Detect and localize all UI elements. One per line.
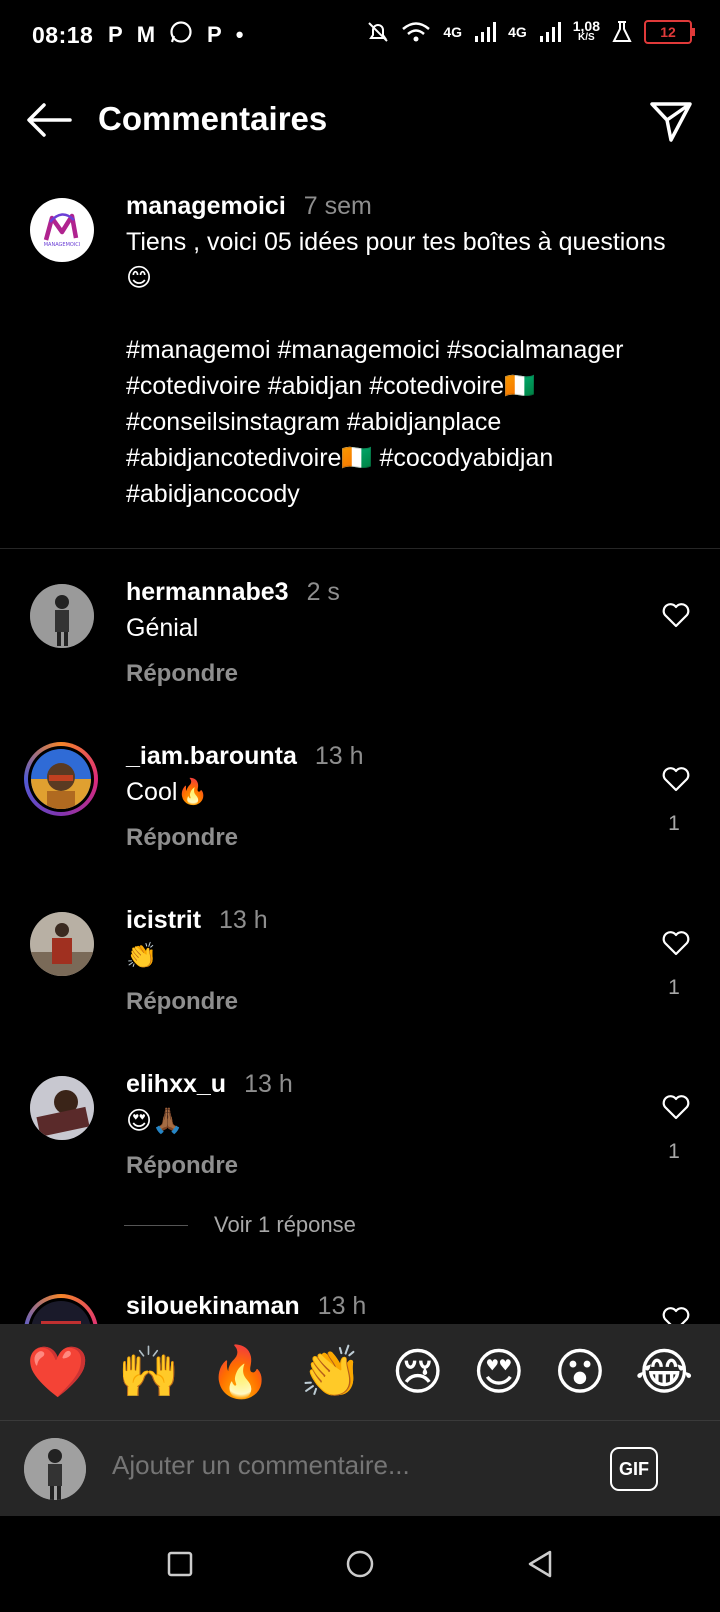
whatsapp-icon: [169, 20, 193, 50]
network-type-1: 4G: [443, 24, 463, 40]
page-title: Commentaires: [98, 100, 328, 137]
avatar[interactable]: [30, 584, 94, 648]
clapping-emoji-button[interactable]: 👏: [300, 1342, 362, 1402]
net-speed: 1,08 K/S: [572, 18, 600, 44]
heart-emoji-button[interactable]: ❤️: [27, 1342, 89, 1402]
caption-body: managemoici 7 sem Tiens , voici 05 idées …: [126, 188, 686, 512]
avatar[interactable]: [30, 912, 94, 976]
reply-button[interactable]: Répondre: [126, 988, 238, 1016]
heart-icon[interactable]: [662, 930, 690, 956]
comment-header: icistrit 13 h: [126, 906, 268, 935]
fire-emoji-button[interactable]: 🔥: [209, 1342, 271, 1402]
net-speed-value: 1,08: [572, 18, 600, 34]
flask-icon: [612, 21, 632, 42]
comment-header: silouekinaman 13 h: [126, 1292, 366, 1321]
comment-time: 13 h: [314, 742, 364, 770]
header: Commentaires: [0, 80, 720, 160]
back-nav-icon[interactable]: [520, 1544, 560, 1584]
crying-emoji-button[interactable]: 😢: [392, 1342, 444, 1402]
comment-time: 13 h: [244, 1070, 293, 1098]
laughing-emoji-button[interactable]: 😂: [635, 1342, 693, 1402]
p-app-icon: P: [108, 22, 123, 47]
heart-icon[interactable]: [662, 602, 690, 628]
heart-icon[interactable]: [662, 766, 690, 792]
status-bar: 08:18 P M P • 4G 4G 1,08 K/S 12: [0, 0, 720, 72]
wifi-icon: [402, 22, 431, 42]
caption-text: Tiens , voici 05 idées pour tes boîtes à…: [126, 228, 666, 508]
network-type-2: 4G: [508, 24, 527, 40]
signal-icon: [475, 22, 497, 42]
status-time: 08:18: [32, 22, 94, 48]
view-replies-button[interactable]: Voir 1 réponse: [124, 1212, 356, 1238]
recents-icon[interactable]: [160, 1544, 200, 1584]
comment-username[interactable]: hermannabe3: [126, 578, 289, 606]
comment-username[interactable]: elihxx_u: [126, 1070, 226, 1098]
comment-header: elihxx_u 13 h: [126, 1070, 293, 1099]
comment-time: 13 h: [317, 1292, 367, 1320]
caption-time: 7 sem: [303, 192, 372, 220]
android-nav-bar: [0, 1516, 720, 1612]
notification-icons: P M P •: [108, 20, 243, 50]
reply-button[interactable]: Répondre: [126, 824, 238, 852]
divider: [0, 548, 720, 549]
comment-item: _iam.barounta 13 h Cool🔥 Répondre 1: [0, 742, 720, 888]
more-dot-icon: •: [235, 22, 244, 47]
managemoici-logo: MANAGEMOICI: [44, 213, 81, 248]
reply-line: [124, 1224, 188, 1226]
net-speed-unit: K/S: [578, 32, 595, 43]
home-icon[interactable]: [340, 1544, 380, 1584]
heart-icon[interactable]: [662, 1094, 690, 1120]
comment-text: Génial: [126, 614, 199, 642]
logo-text: MANAGEMOICI: [44, 242, 81, 248]
surprised-emoji-button[interactable]: 😮: [554, 1342, 606, 1402]
gif-button[interactable]: GIF: [610, 1447, 658, 1491]
raising-hands-emoji-button[interactable]: 🙌: [118, 1342, 180, 1402]
comment-text: 👏: [126, 942, 158, 970]
view-replies-label: Voir 1 réponse: [214, 1212, 356, 1237]
reply-button[interactable]: Répondre: [126, 1152, 238, 1180]
system-status: 4G 4G 1,08 K/S 12: [367, 18, 695, 44]
mute-icon: [368, 22, 389, 42]
comment-time: 13 h: [219, 906, 268, 934]
back-arrow-icon[interactable]: [24, 100, 74, 140]
avatar[interactable]: MANAGEMOICI: [30, 198, 94, 262]
comment-item: icistrit 13 h 👏 Répondre 1: [0, 906, 720, 1052]
avatar[interactable]: [30, 1076, 94, 1140]
battery-icon: 12: [644, 20, 695, 44]
gmail-icon: M: [136, 22, 156, 47]
like-count: 1: [668, 812, 680, 835]
like-count: 1: [668, 1140, 680, 1163]
reply-button[interactable]: Répondre: [126, 660, 238, 688]
comment-time: 2 s: [306, 578, 340, 606]
p-app-icon-2: P: [207, 22, 222, 47]
caption-username[interactable]: managemoici: [126, 192, 286, 220]
avatar[interactable]: [24, 742, 98, 816]
avatar: [24, 1438, 86, 1500]
comment-item: hermannabe3 2 s Génial Répondre: [0, 578, 720, 724]
comment-text: Cool🔥: [126, 778, 209, 806]
comment-header: _iam.barounta 13 h: [126, 742, 364, 771]
comment-header: hermannabe3 2 s: [126, 578, 340, 607]
like-count: 1: [668, 976, 680, 999]
comment-composer: GIF: [0, 1420, 720, 1517]
emoji-reaction-bar: ❤️ 🙌 🔥 👏 😢 😍 😮 😂: [0, 1324, 720, 1420]
comment-username[interactable]: icistrit: [126, 906, 201, 934]
comment-item: elihxx_u 13 h 😍🙏🏾 Répondre 1: [0, 1070, 720, 1216]
comment-username[interactable]: silouekinaman: [126, 1292, 300, 1320]
signal-icon-2: [539, 22, 561, 42]
send-icon[interactable]: [648, 98, 694, 144]
comment-username[interactable]: _iam.barounta: [126, 742, 297, 770]
comment-text: 😍🙏🏾: [126, 1107, 184, 1135]
heart-eyes-emoji-button[interactable]: 😍: [473, 1342, 525, 1402]
comment-input[interactable]: [110, 1449, 574, 1482]
